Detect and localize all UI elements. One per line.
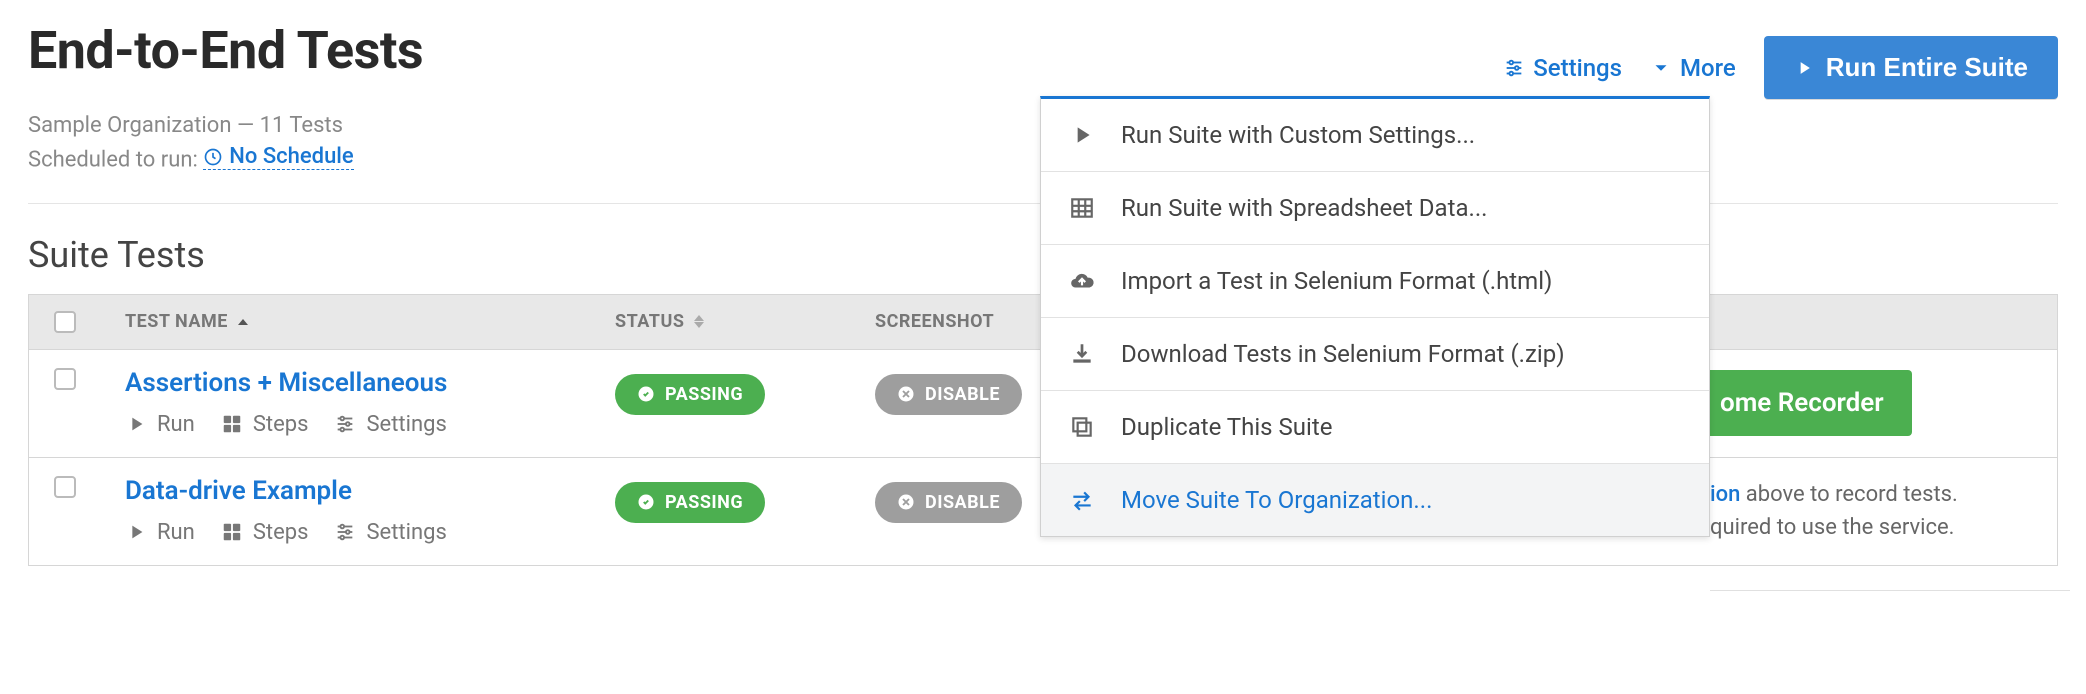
- dd-label: Run Suite with Spreadsheet Data...: [1121, 194, 1487, 222]
- dd-run-custom-settings[interactable]: Run Suite with Custom Settings...: [1041, 99, 1709, 172]
- settings-label: Settings: [366, 412, 446, 437]
- row-actions: Run Steps Settings: [125, 520, 591, 545]
- download-icon: [1069, 341, 1095, 367]
- status-badge: PASSING: [615, 482, 765, 523]
- row-checkbox[interactable]: [54, 476, 76, 498]
- check-circle-icon: [637, 493, 655, 511]
- page-title: End-to-End Tests: [28, 20, 423, 81]
- row-checkbox[interactable]: [54, 368, 76, 390]
- status-badge: PASSING: [615, 374, 765, 415]
- steps-label: Steps: [253, 412, 309, 437]
- test-name-link[interactable]: Data-drive Example: [125, 476, 591, 506]
- run-label: Run: [157, 520, 195, 545]
- clock-icon: [203, 147, 223, 167]
- dd-label: Move Suite To Organization...: [1121, 486, 1432, 514]
- run-button-label: Run Entire Suite: [1826, 52, 2028, 83]
- chevron-down-icon: [1650, 57, 1672, 79]
- screenshot-badge[interactable]: DISABLE: [875, 374, 1022, 415]
- dd-import-selenium[interactable]: Import a Test in Selenium Format (.html): [1041, 245, 1709, 318]
- copy-icon: [1069, 414, 1095, 440]
- dd-label: Duplicate This Suite: [1121, 413, 1332, 441]
- column-test-name-label: TEST NAME: [125, 311, 228, 332]
- sliders-icon: [334, 521, 356, 543]
- sort-asc-icon: [238, 319, 248, 325]
- column-status[interactable]: STATUS: [615, 311, 704, 332]
- dd-move-suite[interactable]: Move Suite To Organization...: [1041, 464, 1709, 536]
- screenshot-label: DISABLE: [925, 492, 1000, 513]
- steps-icon: [221, 413, 243, 435]
- tests-count: 11 Tests: [260, 113, 343, 138]
- play-icon: [125, 521, 147, 543]
- x-circle-icon: [897, 493, 915, 511]
- sliders-icon: [1503, 57, 1525, 79]
- select-all-checkbox[interactable]: [54, 311, 76, 333]
- play-icon: [125, 413, 147, 435]
- run-label: Run: [157, 412, 195, 437]
- column-test-name[interactable]: TEST NAME: [125, 311, 248, 332]
- settings-action[interactable]: Settings: [334, 520, 446, 545]
- schedule-label: Scheduled to run:: [28, 148, 198, 173]
- more-dropdown-trigger[interactable]: More: [1650, 54, 1736, 82]
- settings-action[interactable]: Settings: [334, 412, 446, 437]
- status-label: PASSING: [665, 384, 743, 405]
- more-dropdown-menu: Run Suite with Custom Settings... Run Su…: [1040, 96, 1710, 537]
- transfer-icon: [1069, 487, 1095, 513]
- run-test-action[interactable]: Run: [125, 412, 195, 437]
- side-hint-link-partial[interactable]: ion: [1710, 482, 1740, 507]
- settings-label: Settings: [366, 520, 446, 545]
- steps-icon: [221, 521, 243, 543]
- dd-download-selenium[interactable]: Download Tests in Selenium Format (.zip): [1041, 318, 1709, 391]
- sliders-icon: [334, 413, 356, 435]
- header-actions: Settings More Run Entire Suite: [1503, 20, 2058, 99]
- steps-label: Steps: [253, 520, 309, 545]
- run-entire-suite-button[interactable]: Run Entire Suite: [1764, 36, 2058, 99]
- run-test-action[interactable]: Run: [125, 520, 195, 545]
- test-name-link[interactable]: Assertions + Miscellaneous: [125, 368, 591, 398]
- x-circle-icon: [897, 385, 915, 403]
- screenshot-badge[interactable]: DISABLE: [875, 482, 1022, 523]
- dd-label: Download Tests in Selenium Format (.zip): [1121, 340, 1565, 368]
- check-circle-icon: [637, 385, 655, 403]
- steps-action[interactable]: Steps: [221, 520, 309, 545]
- dd-label: Import a Test in Selenium Format (.html): [1121, 267, 1552, 295]
- org-name: Sample Organization: [28, 113, 231, 138]
- dd-duplicate-suite[interactable]: Duplicate This Suite: [1041, 391, 1709, 464]
- column-screenshot-label: SCREENSHOT: [875, 311, 994, 332]
- more-label: More: [1680, 54, 1736, 82]
- schedule-link[interactable]: No Schedule: [203, 144, 353, 170]
- dd-run-spreadsheet[interactable]: Run Suite with Spreadsheet Data...: [1041, 172, 1709, 245]
- column-screenshot[interactable]: SCREENSHOT: [875, 311, 994, 332]
- dd-label: Run Suite with Custom Settings...: [1121, 121, 1475, 149]
- side-divider: [1710, 590, 2070, 591]
- side-hint-2: quired to use the service.: [1710, 515, 1954, 540]
- settings-link[interactable]: Settings: [1503, 54, 1622, 82]
- chrome-recorder-button-partial[interactable]: ome Recorder: [1710, 370, 1912, 436]
- row-actions: Run Steps Settings: [125, 412, 591, 437]
- schedule-value: No Schedule: [229, 144, 353, 169]
- column-status-label: STATUS: [615, 311, 684, 332]
- side-hint-1: above to record tests.: [1740, 482, 1957, 507]
- steps-action[interactable]: Steps: [221, 412, 309, 437]
- table-icon: [1069, 195, 1095, 221]
- side-hint-text: ion above to record tests. quired to use…: [1710, 478, 2070, 544]
- settings-label: Settings: [1533, 54, 1622, 82]
- play-icon: [1794, 58, 1814, 78]
- cloud-upload-icon: [1069, 268, 1095, 294]
- play-icon: [1069, 122, 1095, 148]
- sort-icon: [694, 315, 704, 328]
- status-label: PASSING: [665, 492, 743, 513]
- screenshot-label: DISABLE: [925, 384, 1000, 405]
